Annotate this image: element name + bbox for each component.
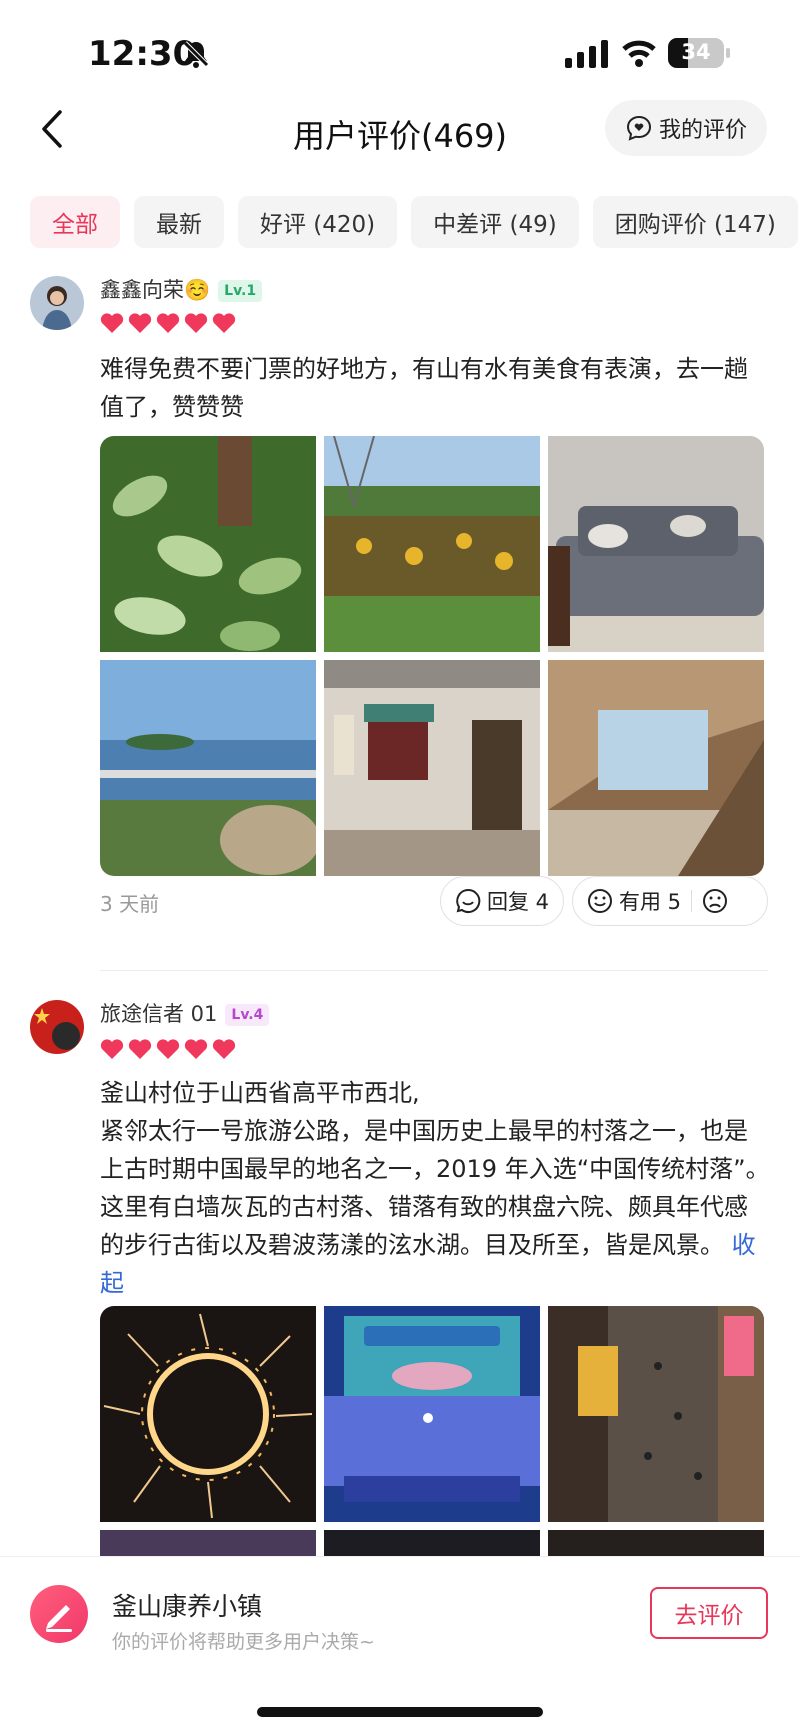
rating-hearts <box>100 1038 236 1060</box>
heart-icon <box>212 1039 236 1059</box>
filter-tabs: 全部 最新 好评 (420) 中差评 (49) 团购评价 (147) <box>30 196 798 248</box>
photo-grid <box>100 1306 768 1556</box>
heart-icon <box>128 313 152 333</box>
flower-field-photo[interactable] <box>324 436 540 652</box>
user-name-text: 旅途信者 01 <box>100 1002 218 1026</box>
photo-thumbnail[interactable] <box>324 1530 540 1556</box>
header: 用户评价(469) 我的评价 <box>0 96 800 166</box>
heart-icon <box>100 313 124 333</box>
tab-positive[interactable]: 好评 (420) <box>238 196 398 248</box>
status-bar: 12:30 34 <box>0 0 800 100</box>
review-text-line: 紧邻太行一号旅游公路，是中国历史上最早的村落之一，也是上古时期中国最早的地名之一… <box>100 1117 770 1259</box>
review-text: 釜山村位于山西省高平市西北, 紧邻太行一号旅游公路，是中国历史上最早的村落之一，… <box>100 1074 770 1302</box>
review-hint: 你的评价将帮助更多用户决策~ <box>112 1631 375 1653</box>
useful-button[interactable]: 有用 5 <box>572 876 768 926</box>
pencil-icon <box>30 1585 88 1643</box>
level-badge: Lv.1 <box>218 280 263 302</box>
heart-icon <box>156 1039 180 1059</box>
signal-icon <box>565 40 608 68</box>
reply-button[interactable]: 回复 4 <box>440 876 565 926</box>
heart-icon <box>100 1039 124 1059</box>
rating-hearts <box>100 312 236 334</box>
level-badge: Lv.4 <box>225 1004 270 1026</box>
heart-icon <box>128 1039 152 1059</box>
heart-chat-icon <box>626 115 651 141</box>
heart-icon <box>156 313 180 333</box>
user-name: 旅途信者 01 Lv.4 <box>100 998 270 1028</box>
my-review-button[interactable]: 我的评价 <box>605 100 767 156</box>
avatar[interactable] <box>30 1000 84 1054</box>
tab-group-buy[interactable]: 团购评价 (147) <box>592 196 798 248</box>
photo-grid <box>100 436 768 876</box>
comment-icon <box>456 888 481 913</box>
time-ago: 3 天前 <box>100 892 160 916</box>
grey-sofa-photo[interactable] <box>548 436 764 652</box>
avatar[interactable] <box>30 276 84 330</box>
write-review-button[interactable]: 去评价 <box>650 1587 768 1639</box>
frown-icon[interactable] <box>702 888 728 914</box>
heart-icon <box>212 313 236 333</box>
battery-level: 34 <box>681 40 711 64</box>
my-review-label: 我的评价 <box>658 118 747 143</box>
photo-thumbnail[interactable] <box>100 1530 316 1556</box>
lake-shore-photo[interactable] <box>100 660 316 876</box>
reply-label: 回复 4 <box>487 890 550 914</box>
useful-label: 有用 5 <box>619 890 682 914</box>
fireworks-ring-photo[interactable] <box>100 1306 316 1522</box>
smile-icon <box>588 889 612 913</box>
user-name: 鑫鑫向荣☺️ Lv.1 <box>100 274 263 304</box>
battery-icon: 34 <box>668 38 730 68</box>
street-night-photo[interactable] <box>548 1306 764 1522</box>
tab-latest[interactable]: 最新 <box>134 196 224 248</box>
user-name-text: 鑫鑫向荣☺️ <box>100 278 211 302</box>
interior-room-photo[interactable] <box>324 660 540 876</box>
shop-name: 釜山康养小镇 <box>112 1592 263 1621</box>
review-meta: 3 天前 回复 4 有用 5 <box>100 876 768 926</box>
bottom-bar: 釜山康养小镇 你的评价将帮助更多用户决策~ 去评价 <box>0 1556 800 1734</box>
review-text-line: 釜山村位于山西省高平市西北, <box>100 1079 420 1107</box>
review-card: 旅途信者 01 Lv.4 釜山村位于山西省高平市西北, 紧邻太行一号旅游公路，是中… <box>0 996 800 1556</box>
hosta-plants-photo[interactable] <box>100 436 316 652</box>
review-text: 难得免费不要门票的好地方，有山有水有美食有表演，去一趟值了，赞赞赞 <box>100 355 748 421</box>
bell-slash-icon <box>183 41 209 68</box>
review-card: 鑫鑫向荣☺️ Lv.1 难得免费不要门票的好地方，有山有水有美食有表演，去一趟值了… <box>0 274 800 974</box>
tab-negative[interactable]: 中差评 (49) <box>411 196 579 248</box>
wifi-icon <box>622 40 656 67</box>
photo-thumbnail[interactable] <box>548 1530 764 1556</box>
home-indicator[interactable] <box>257 1707 543 1717</box>
tab-all[interactable]: 全部 <box>30 196 120 248</box>
tent-deck-photo[interactable] <box>548 660 764 876</box>
divider <box>100 970 768 971</box>
heart-icon <box>184 1039 208 1059</box>
stage-show-photo[interactable] <box>324 1306 540 1522</box>
heart-icon <box>184 313 208 333</box>
